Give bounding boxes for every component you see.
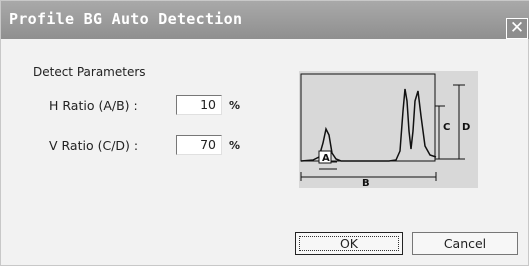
dialog-title: Profile BG Auto Detection: [9, 10, 243, 28]
close-button[interactable]: ✕: [506, 18, 528, 39]
v-ratio-label: V Ratio (C/D) :: [49, 138, 139, 153]
profile-curve: [300, 88, 437, 162]
h-ratio-input[interactable]: 10: [176, 95, 222, 115]
h-ratio-unit: %: [229, 99, 241, 112]
profile-bg-auto-detection-dialog: Profile BG Auto Detection ✕ Detect Param…: [0, 0, 529, 266]
close-icon: ✕: [509, 18, 525, 38]
detect-parameters-label: Detect Parameters: [33, 65, 146, 79]
cancel-button-label: Cancel: [443, 236, 487, 251]
label-c: C: [443, 122, 450, 133]
v-ratio-unit: %: [229, 139, 241, 152]
ok-focus-outline: [299, 236, 399, 251]
label-b: B: [362, 178, 370, 188]
title-bar[interactable]: Profile BG Auto Detection: [1, 1, 529, 39]
profile-diagram-svg: A B C D: [300, 73, 470, 189]
profile-diagram: A B C D: [299, 71, 478, 189]
label-d: D: [462, 122, 470, 133]
label-a: A: [322, 153, 330, 164]
h-ratio-label: H Ratio (A/B) :: [49, 98, 138, 113]
v-ratio-input[interactable]: 70: [176, 135, 222, 155]
cancel-button[interactable]: Cancel: [412, 232, 518, 255]
ok-button[interactable]: OK: [295, 232, 403, 255]
